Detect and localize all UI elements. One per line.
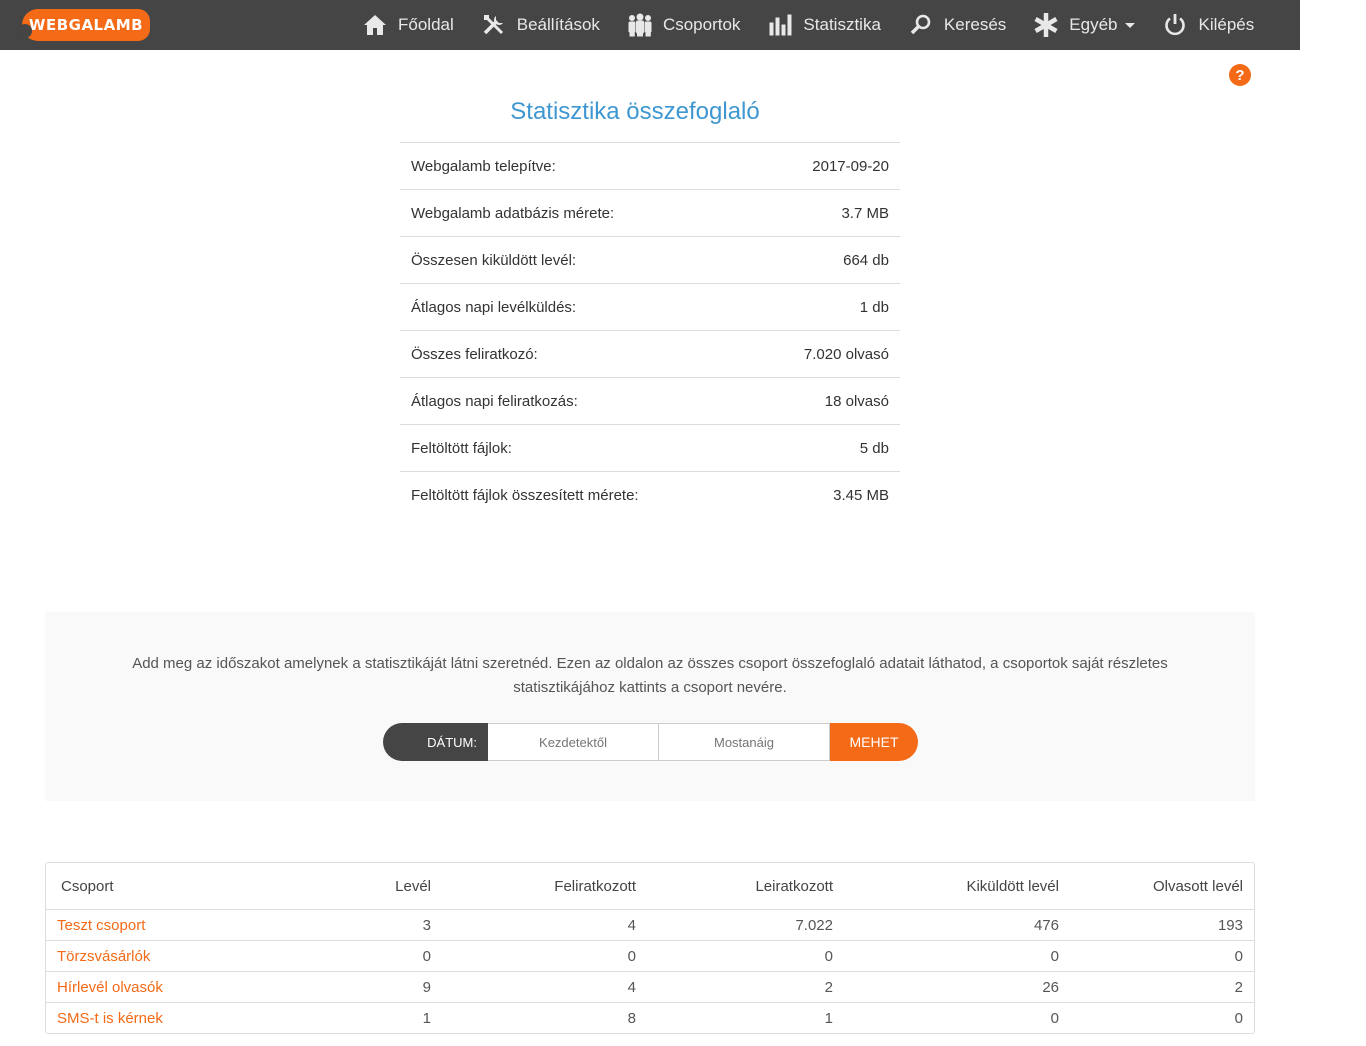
chevron-down-icon: [1125, 22, 1136, 28]
summary-value: 7.020 olvasó: [749, 330, 900, 378]
column-header-group[interactable]: Csoport: [46, 863, 307, 910]
table-cell: 193: [1070, 909, 1254, 941]
home-icon: [362, 12, 388, 38]
nav-item-label: Statisztika: [803, 15, 881, 34]
table-cell: 2: [647, 971, 844, 1003]
summary-row: Összes feliratkozó: 7.020 olvasó: [400, 330, 900, 378]
table-cell: 0: [844, 940, 1070, 972]
column-header-subscribed[interactable]: Feliratkozott: [442, 863, 647, 910]
nav-item-home[interactable]: Főoldal: [362, 12, 454, 38]
summary-label: Webgalamb adatbázis mérete:: [400, 189, 750, 237]
summary-row: Webgalamb adatbázis mérete: 3.7 MB: [400, 189, 900, 237]
summary-row: Átlagos napi levélküldés: 1 db: [400, 283, 900, 331]
table-cell: 0: [1070, 940, 1254, 972]
column-header-letters[interactable]: Levél: [307, 863, 442, 910]
nav-item-label: Kilépés: [1198, 15, 1255, 34]
table-cell: 1: [647, 1002, 844, 1033]
users-icon: [627, 12, 653, 38]
group-name-link[interactable]: Hírlevél olvasók: [46, 971, 307, 1003]
table-cell: 0: [442, 940, 647, 972]
summary-value: 18 olvasó: [749, 377, 900, 425]
date-to-input[interactable]: [659, 723, 830, 761]
table-cell: 7.022: [647, 909, 844, 941]
search-icon: [908, 12, 934, 38]
nav-item-label: Csoportok: [662, 15, 741, 34]
nav-item-label: Egyéb: [1069, 15, 1118, 34]
table-cell: 0: [1070, 1002, 1254, 1033]
nav-item-statistics[interactable]: Statisztika: [767, 12, 881, 38]
summary-label: Összesen kiküldött levél:: [400, 236, 750, 284]
groups-table-wrapper: Csoport Levél Feliratkozott Leiratkozott…: [45, 862, 1255, 1034]
nav-item-label: Keresés: [943, 15, 1007, 34]
table-cell: 0: [844, 1002, 1070, 1033]
nav-item-other[interactable]: Egyéb: [1033, 12, 1136, 38]
groups-header-row: Csoport Levél Feliratkozott Leiratkozott…: [46, 863, 1254, 910]
nav-item-label: Főoldal: [398, 15, 454, 34]
table-cell: 8: [442, 1002, 647, 1033]
summary-row: Feltöltött fájlok összesített mérete: 3.4…: [400, 471, 900, 518]
table-cell: 26: [844, 971, 1070, 1003]
table-cell: 1: [307, 1002, 442, 1033]
nav-item-logout[interactable]: Kilépés: [1162, 12, 1254, 38]
webgalamb-logo[interactable]: WEBGALAMB: [18, 9, 150, 41]
summary-label: Átlagos napi levélküldés:: [400, 283, 750, 331]
table-cell: 0: [647, 940, 844, 972]
date-from-input[interactable]: [488, 723, 659, 761]
go-button[interactable]: MEHET: [830, 723, 918, 761]
column-header-unsubscribed[interactable]: Leiratkozott: [647, 863, 844, 910]
page-title: Statisztika összefoglaló: [510, 98, 760, 126]
help-icon[interactable]: ?: [1229, 64, 1251, 86]
top-navbar: WEBGALAMB Főoldal Beállítások Csoportok …: [0, 0, 1300, 50]
asterisk-icon: [1033, 12, 1059, 38]
table-cell: 476: [844, 909, 1070, 941]
nav-item-search[interactable]: Keresés: [908, 12, 1006, 38]
table-cell: 4: [442, 971, 647, 1003]
summary-label: Feltöltött fájlok összesített mérete:: [400, 471, 750, 518]
summary-value: 664 db: [749, 236, 900, 284]
table-row: Hírlevél olvasók 9 4 2 26 2: [46, 971, 1254, 1003]
summary-value: 3.45 MB: [749, 471, 900, 518]
bar-chart-icon: [767, 12, 793, 38]
summary-value: 1 db: [749, 283, 900, 331]
summary-row: Webgalamb telepítve: 2017-09-20: [400, 142, 900, 190]
nav-item-groups[interactable]: Csoportok: [627, 12, 740, 38]
summary-value: 5 db: [749, 424, 900, 472]
table-cell: 9: [307, 971, 442, 1003]
date-filter-panel: Add meg az időszakot amelynek a statiszt…: [45, 612, 1255, 801]
summary-label: Webgalamb telepítve:: [400, 142, 750, 190]
nav-item-settings[interactable]: Beállítások: [481, 12, 600, 38]
table-row: SMS-t is kérnek 1 8 1 0 0: [46, 1002, 1254, 1033]
summary-row: Feltöltött fájlok: 5 db: [400, 424, 900, 472]
table-row: Teszt csoport 3 4 7.022 476 193: [46, 909, 1254, 941]
table-row: Törzsvásárlók 0 0 0 0 0: [46, 940, 1254, 972]
group-name-link[interactable]: Törzsvásárlók: [46, 940, 307, 972]
nav-item-label: Beállítások: [516, 15, 600, 34]
summary-label: Feltöltött fájlok:: [400, 424, 750, 472]
summary-row: Átlagos napi feliratkozás: 18 olvasó: [400, 377, 900, 425]
group-name-link[interactable]: SMS-t is kérnek: [46, 1002, 307, 1033]
tools-icon: [481, 12, 507, 38]
nav-menu: Főoldal Beállítások Csoportok Statisztik…: [362, 0, 1281, 50]
logo-text: WEBGALAMB: [28, 16, 144, 34]
table-cell: 0: [307, 940, 442, 972]
groups-table: Csoport Levél Feliratkozott Leiratkozott…: [46, 863, 1254, 1033]
summary-row: Összesen kiküldött levél: 664 db: [400, 236, 900, 284]
summary-label: Átlagos napi feliratkozás:: [400, 377, 750, 425]
filter-description: Add meg az időszakot amelynek a statiszt…: [132, 655, 1168, 696]
summary-table: Webgalamb telepítve: 2017-09-20 Webgalamb…: [400, 142, 900, 518]
group-name-link[interactable]: Teszt csoport: [46, 909, 307, 941]
column-header-read[interactable]: Olvasott levél: [1070, 863, 1254, 910]
summary-label: Összes feliratkozó:: [400, 330, 750, 378]
summary-value: 2017-09-20: [749, 142, 900, 190]
table-cell: 2: [1070, 971, 1254, 1003]
power-icon: [1162, 12, 1188, 38]
table-cell: 4: [442, 909, 647, 941]
table-cell: 3: [307, 909, 442, 941]
date-label: DÁTUM:: [383, 723, 488, 761]
summary-value: 3.7 MB: [749, 189, 900, 237]
date-range-group: DÁTUM: MEHET: [383, 723, 918, 761]
column-header-sent[interactable]: Kiküldött levél: [844, 863, 1070, 910]
